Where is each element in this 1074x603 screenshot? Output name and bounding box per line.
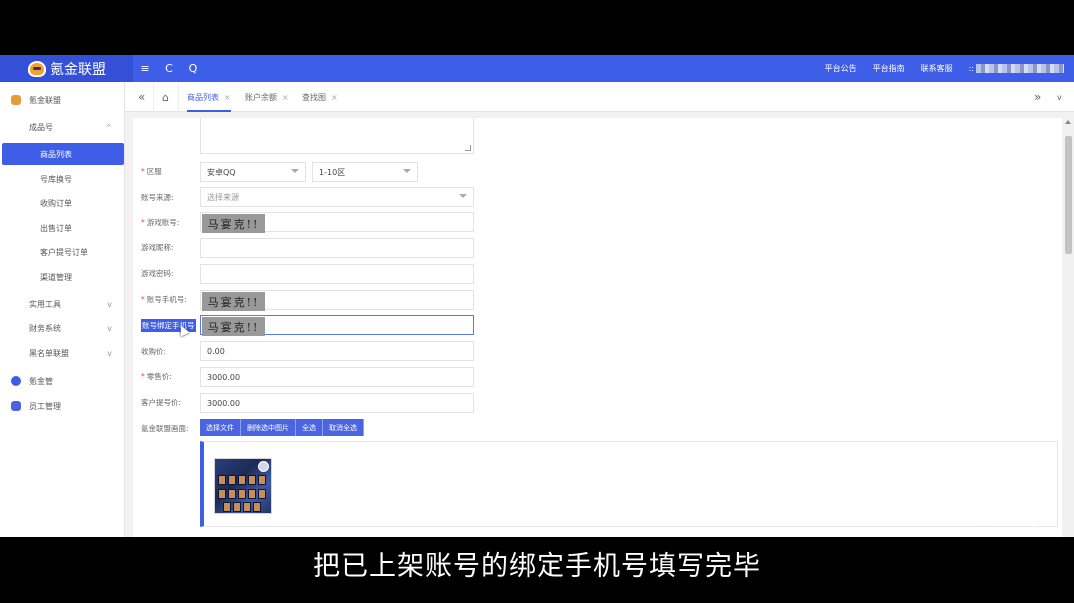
sidebar-item-channels[interactable]: 渠道管理: [0, 266, 124, 288]
mascot-icon: [11, 95, 21, 105]
search-icon[interactable]: Q: [181, 55, 205, 82]
account-input[interactable]: 马宴克!!: [200, 212, 474, 233]
image-gallery: [200, 441, 1058, 527]
krypton-icon: [11, 376, 21, 386]
chevron-down-icon: [459, 194, 467, 198]
nickname-label: 游戏昵称:: [141, 243, 174, 252]
sidebar-group-tools[interactable]: 实用工具 v: [0, 293, 124, 315]
scrollbar-thumb[interactable]: [1065, 136, 1072, 254]
buy-price-label: 收购价:: [141, 347, 167, 356]
chevron-up-icon: ^: [105, 122, 112, 132]
top-links: 平台公告 平台指南 联系客服 ::: [825, 55, 1074, 82]
tab-account-balance[interactable]: 账户余额 ×: [245, 82, 289, 112]
image-label: 氪金联盟画面:: [141, 424, 189, 433]
chevron-down-icon: [403, 169, 411, 173]
tab-product-list[interactable]: 商品列表 ×: [187, 82, 231, 112]
menu-toggle-icon[interactable]: ≡: [133, 55, 157, 82]
nickname-input[interactable]: [200, 238, 474, 258]
chevron-down-icon: v: [107, 323, 112, 333]
brand-logo[interactable]: 氪金联盟: [0, 55, 133, 82]
sidebar-item-purchase-orders[interactable]: 收购订单: [0, 192, 124, 214]
tab-strip: « ⌂ 商品列表 × 账户余额 × 查找图 × » v: [125, 82, 1074, 112]
tabs-more-icon[interactable]: v: [1057, 82, 1062, 112]
handwritten-mask: 马宴克!!: [202, 292, 265, 311]
refresh-icon[interactable]: C: [157, 55, 181, 82]
tab-find-image[interactable]: 查找图 ×: [302, 82, 338, 112]
product-form: * 区服 安卓QQ 1-10区 账号来源: 选择来源 * 游戏账号: 马宴克!! 游…: [133, 118, 1062, 537]
sidebar-item-krypton[interactable]: 氪金管: [0, 370, 124, 392]
video-frame: 氪金联盟 ≡ C Q 平台公告 平台指南 联系客服 :: 氪金联盟 成品号 ^: [0, 0, 1074, 603]
sidebar-item-swap[interactable]: 号库换号: [0, 168, 124, 190]
user-name-blurred[interactable]: [976, 64, 1064, 73]
sidebar-item-sale-orders[interactable]: 出售订单: [0, 217, 124, 239]
sidebar-group-finance[interactable]: 财务系统 v: [0, 317, 124, 339]
tabs-forward-icon[interactable]: »: [1034, 82, 1041, 112]
phone-input[interactable]: 马宴克!!: [200, 290, 474, 311]
close-icon[interactable]: ×: [331, 93, 338, 102]
tab-divider: [153, 82, 154, 112]
source-select[interactable]: 选择来源: [200, 187, 474, 207]
choose-file-button[interactable]: 选择文件: [200, 419, 241, 436]
scroll-up-icon[interactable]: [1065, 120, 1071, 124]
password-label: 游戏密码:: [141, 269, 174, 278]
image-actions: 选择文件 删除选中图片 全选 取消全选: [200, 419, 364, 436]
video-watermark-icon: [982, 490, 1036, 536]
brand-name: 氪金联盟: [50, 61, 106, 78]
password-input[interactable]: [200, 264, 474, 284]
close-icon[interactable]: ×: [224, 93, 231, 102]
sidebar-group-products[interactable]: 成品号 ^: [0, 116, 124, 138]
check-badge-icon: [258, 461, 269, 472]
uploaded-image-thumbnail[interactable]: [214, 458, 272, 514]
chevron-down-icon: v: [107, 348, 112, 358]
handwritten-mask: 马宴克!!: [202, 317, 265, 336]
region-select[interactable]: 安卓QQ: [200, 162, 306, 182]
top-bar: 氪金联盟 ≡ C Q 平台公告 平台指南 联系客服 ::: [0, 55, 1074, 82]
chevron-down-icon: [291, 169, 299, 173]
handwritten-mask: 马宴克!!: [202, 214, 265, 233]
mascot-icon: [28, 60, 46, 77]
sidebar-item-product-list[interactable]: 商品列表: [2, 143, 124, 165]
platform-notice-link[interactable]: 平台公告: [825, 63, 857, 74]
description-textarea[interactable]: [200, 118, 474, 154]
sidebar-item-root[interactable]: 氪金联盟: [0, 89, 124, 111]
source-label: 账号来源:: [141, 193, 174, 202]
video-subtitle: 把已上架账号的绑定手机号填写完毕: [313, 551, 761, 582]
user-prefix: ::: [968, 64, 974, 73]
sidebar-item-client-orders[interactable]: 客户提号订单: [0, 241, 124, 263]
tabs-back-icon[interactable]: «: [138, 82, 145, 112]
chevron-down-icon: v: [107, 299, 112, 309]
sidebar-item-staff[interactable]: 员工管理: [0, 395, 124, 417]
delete-selected-button[interactable]: 删除选中图片: [241, 419, 296, 436]
region-label: * 区服: [141, 167, 162, 176]
select-all-button[interactable]: 全选: [296, 419, 323, 436]
client-price-input[interactable]: 3000.00: [200, 393, 474, 413]
content-scrollbar[interactable]: [1063, 118, 1074, 537]
contact-service-link[interactable]: 联系客服: [921, 63, 953, 74]
deselect-all-button[interactable]: 取消全选: [323, 419, 364, 436]
retail-price-label: * 零售价:: [141, 372, 172, 381]
buy-price-input[interactable]: 0.00: [200, 341, 474, 361]
tab-divider: [178, 82, 179, 112]
staff-icon: [11, 401, 21, 411]
phone-label: * 账号手机号:: [141, 295, 187, 304]
sidebar: 氪金联盟 成品号 ^ 商品列表 号库换号 收购订单 出售订单 客户提号订单 渠道…: [0, 82, 125, 537]
sidebar-group-blacklist[interactable]: 黑名单联盟 v: [0, 342, 124, 364]
client-price-label: 客户提号价:: [141, 398, 182, 407]
close-icon[interactable]: ×: [282, 93, 289, 102]
platform-guide-link[interactable]: 平台指南: [873, 63, 905, 74]
account-label: * 游戏账号:: [141, 218, 180, 227]
retail-price-input[interactable]: 3000.00: [200, 367, 474, 387]
bound-phone-input[interactable]: 马宴克!!: [200, 315, 474, 336]
home-icon[interactable]: ⌂: [162, 82, 169, 112]
zone-select[interactable]: 1-10区: [312, 162, 418, 182]
